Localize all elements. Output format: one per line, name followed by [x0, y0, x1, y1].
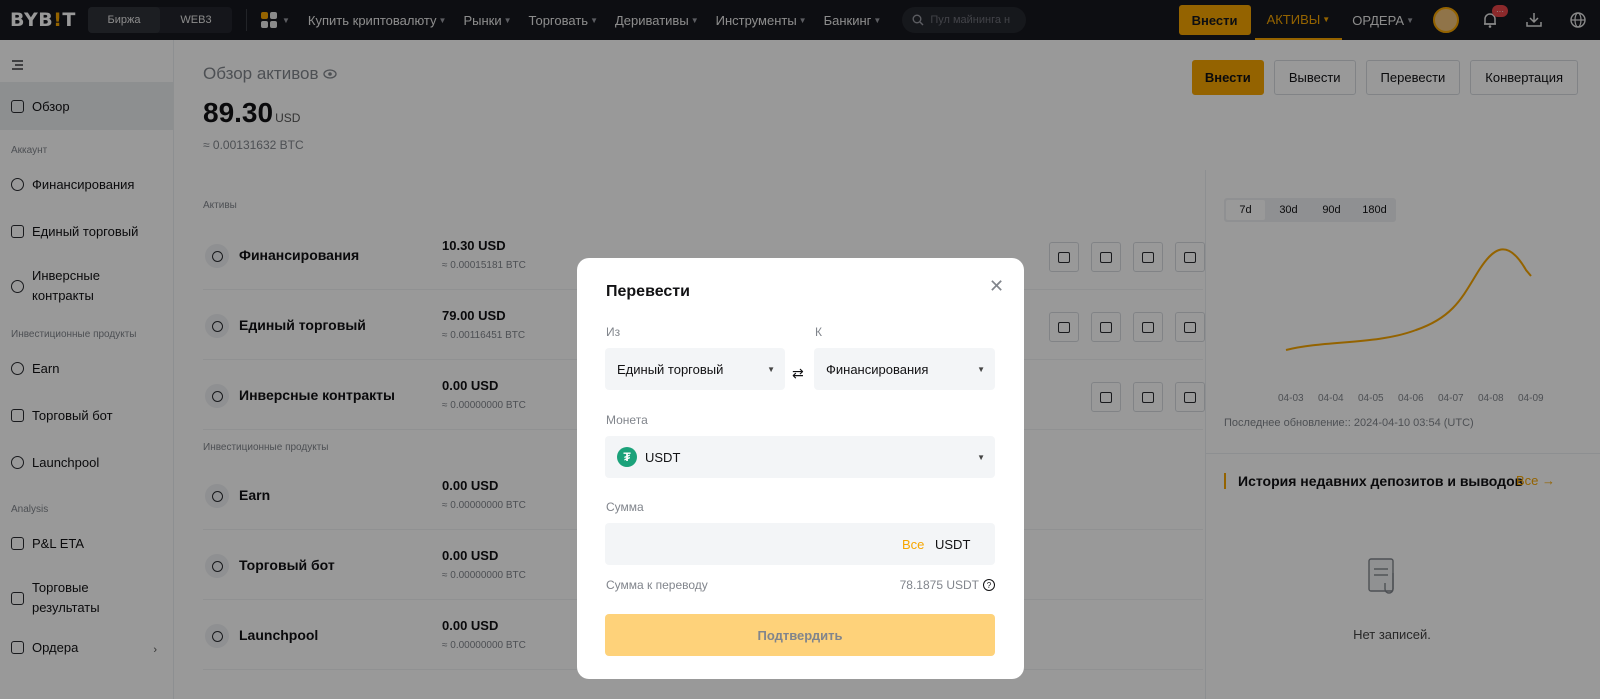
- amount-unit: USDT: [935, 537, 971, 552]
- to-account-select[interactable]: Финансирования ▼: [814, 348, 995, 390]
- amount-input[interactable]: [605, 523, 875, 565]
- chevron-down-icon: ▼: [977, 452, 985, 462]
- chevron-down-icon: ▼: [977, 364, 985, 374]
- transferable-value: 78.1875 USDT: [899, 578, 979, 592]
- coin-value: USDT: [645, 449, 681, 465]
- transferable-amount: 78.1875 USDT ?: [900, 578, 995, 592]
- transfer-dialog: Перевести ✕ Из К Единый торговый ▼ ⇄ Фин…: [577, 258, 1024, 679]
- amount-field: Все USDT: [605, 523, 995, 565]
- coin-label: Монета: [606, 413, 648, 427]
- from-account-select[interactable]: Единый торговый ▼: [605, 348, 785, 390]
- dialog-title: Перевести: [606, 283, 690, 300]
- to-account-value: Финансирования: [826, 361, 929, 377]
- coin-select[interactable]: ₮ USDT ▼: [605, 436, 995, 478]
- amount-all-button[interactable]: Все: [902, 537, 924, 552]
- chevron-down-icon: ▼: [767, 364, 775, 374]
- amount-label: Сумма: [606, 500, 644, 514]
- usdt-icon: ₮: [617, 447, 637, 467]
- swap-icon[interactable]: ⇄: [792, 366, 804, 382]
- transferable-label: Сумма к переводу: [606, 578, 708, 592]
- confirm-button[interactable]: Подтвердить: [605, 614, 995, 656]
- to-label: К: [815, 325, 822, 339]
- from-account-value: Единый торговый: [617, 361, 724, 377]
- close-icon[interactable]: ✕: [989, 276, 1004, 297]
- help-icon[interactable]: ?: [983, 579, 995, 591]
- from-label: Из: [606, 325, 621, 339]
